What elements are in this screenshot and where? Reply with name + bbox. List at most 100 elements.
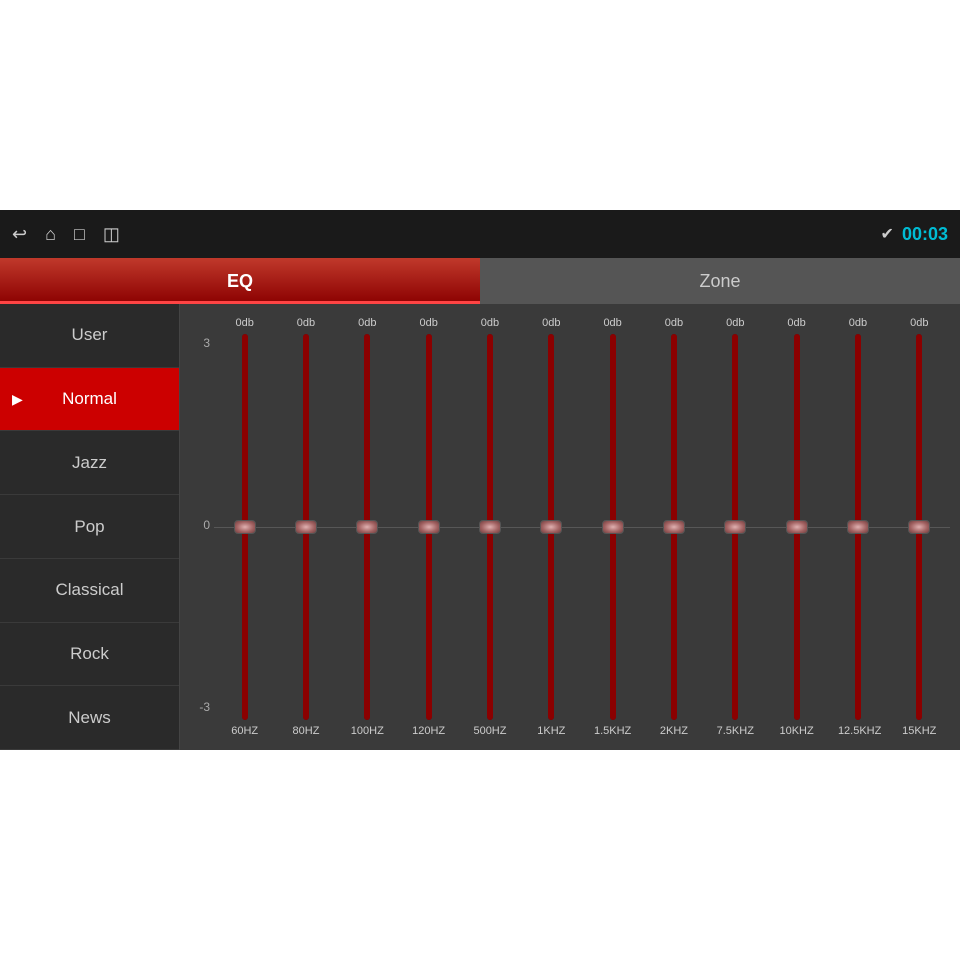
sidebar-item-user[interactable]: User xyxy=(0,304,179,368)
sliders-row xyxy=(214,334,950,720)
slider-handle-100HZ[interactable] xyxy=(356,520,378,534)
sidebar: User ▶ Normal Jazz Pop Classical Rock Ne… xyxy=(0,304,180,750)
home-icon[interactable]: ⌂ xyxy=(45,224,56,245)
slider-handle-7.5KHZ[interactable] xyxy=(724,520,746,534)
sidebar-item-normal[interactable]: ▶ Normal xyxy=(0,368,179,432)
slider-handle-15KHZ[interactable] xyxy=(908,520,930,534)
db-label-2KHZ: 0db xyxy=(654,317,694,329)
freq-label-1.5KHZ: 1.5KHZ xyxy=(593,725,633,737)
db-label-60HZ: 0db xyxy=(225,317,265,329)
eq-grid: 3 0 -3 0db0db0db0db0db0db0db0db0db0db0db… xyxy=(190,312,950,742)
db-label-120HZ: 0db xyxy=(409,317,449,329)
freq-label-10KHZ: 10KHZ xyxy=(777,725,817,737)
db-label-100HZ: 0db xyxy=(347,317,387,329)
slider-handle-1.5KHZ[interactable] xyxy=(602,520,624,534)
db-label-7.5KHZ: 0db xyxy=(715,317,755,329)
back-icon[interactable]: ↩ xyxy=(12,224,27,245)
image-icon[interactable]: ◫ xyxy=(103,224,120,245)
sidebar-label-rock: Rock xyxy=(70,644,109,664)
top-bar-left: ↩ ⌂ □ ◫ xyxy=(12,224,120,245)
db-label-12.5KHZ: 0db xyxy=(838,317,878,329)
db-label-10KHZ: 0db xyxy=(777,317,817,329)
slider-track-7.5KHZ[interactable] xyxy=(732,334,738,720)
db-label-1.5KHZ: 0db xyxy=(593,317,633,329)
y-label-top: 3 xyxy=(203,336,210,350)
time-display: 00:03 xyxy=(902,224,948,245)
slider-track-2KHZ[interactable] xyxy=(671,334,677,720)
sliders-area: 0db 0db 0db 0db 0db 0db 0db 0db 0db 0db 0db 0db 60H… xyxy=(214,312,950,742)
slider-col-15KHZ[interactable] xyxy=(899,334,939,720)
sidebar-label-normal: Normal xyxy=(62,389,117,409)
sidebar-item-rock[interactable]: Rock xyxy=(0,623,179,687)
device-frame: ↩ ⌂ □ ◫ ✔ 00:03 EQ Zone User ▶ Normal xyxy=(0,210,960,750)
slider-col-120HZ[interactable] xyxy=(409,334,449,720)
sidebar-item-pop[interactable]: Pop xyxy=(0,495,179,559)
sidebar-label-classical: Classical xyxy=(55,580,123,600)
slider-col-1KHZ[interactable] xyxy=(531,334,571,720)
slider-col-100HZ[interactable] xyxy=(347,334,387,720)
freq-label-15KHZ: 15KHZ xyxy=(899,725,939,737)
sidebar-item-news[interactable]: News xyxy=(0,686,179,750)
db-label-80HZ: 0db xyxy=(286,317,326,329)
main-content: User ▶ Normal Jazz Pop Classical Rock Ne… xyxy=(0,304,960,750)
freq-label-100HZ: 100HZ xyxy=(347,725,387,737)
top-bar-right: ✔ 00:03 xyxy=(881,224,948,245)
tab-zone[interactable]: Zone xyxy=(480,258,960,304)
freq-label-60HZ: 60HZ xyxy=(225,725,265,737)
slider-track-500HZ[interactable] xyxy=(487,334,493,720)
slider-track-1.5KHZ[interactable] xyxy=(610,334,616,720)
freq-label-120HZ: 120HZ xyxy=(409,725,449,737)
slider-handle-500HZ[interactable] xyxy=(479,520,501,534)
freq-label-80HZ: 80HZ xyxy=(286,725,326,737)
slider-handle-12.5KHZ[interactable] xyxy=(847,520,869,534)
tab-row: EQ Zone xyxy=(0,258,960,304)
slider-handle-120HZ[interactable] xyxy=(418,520,440,534)
slider-track-60HZ[interactable] xyxy=(242,334,248,720)
freq-label-7.5KHZ: 7.5KHZ xyxy=(715,725,755,737)
db-label-1KHZ: 0db xyxy=(531,317,571,329)
tab-eq-label: EQ xyxy=(227,271,253,292)
sidebar-label-user: User xyxy=(72,325,108,345)
freq-label-500HZ: 500HZ xyxy=(470,725,510,737)
freq-labels-row: 60HZ 80HZ 100HZ 120HZ 500HZ 1KHZ 1.5KHZ 2KHZ 7.5… xyxy=(214,720,950,742)
slider-col-2KHZ[interactable] xyxy=(654,334,694,720)
sidebar-label-jazz: Jazz xyxy=(72,453,107,473)
slider-col-7.5KHZ[interactable] xyxy=(715,334,755,720)
play-icon: ▶ xyxy=(12,391,23,408)
y-label-bot: -3 xyxy=(199,700,210,714)
slider-col-500HZ[interactable] xyxy=(470,334,510,720)
y-label-mid: 0 xyxy=(203,518,210,532)
slider-col-1.5KHZ[interactable] xyxy=(593,334,633,720)
sidebar-item-classical[interactable]: Classical xyxy=(0,559,179,623)
slider-col-10KHZ[interactable] xyxy=(777,334,817,720)
sidebar-item-jazz[interactable]: Jazz xyxy=(0,431,179,495)
eq-area: 3 0 -3 0db0db0db0db0db0db0db0db0db0db0db… xyxy=(180,304,960,750)
slider-handle-60HZ[interactable] xyxy=(234,520,256,534)
slider-track-12.5KHZ[interactable] xyxy=(855,334,861,720)
slider-track-1KHZ[interactable] xyxy=(548,334,554,720)
sliders-top-labels: 0db 0db 0db 0db 0db 0db 0db 0db 0db 0db 0db 0db xyxy=(214,312,950,334)
slider-track-80HZ[interactable] xyxy=(303,334,309,720)
slider-track-100HZ[interactable] xyxy=(364,334,370,720)
sidebar-label-pop: Pop xyxy=(74,517,104,537)
db-label-15KHZ: 0db xyxy=(899,317,939,329)
slider-track-120HZ[interactable] xyxy=(426,334,432,720)
slider-handle-80HZ[interactable] xyxy=(295,520,317,534)
slider-track-15KHZ[interactable] xyxy=(916,334,922,720)
freq-label-12.5KHZ: 12.5KHZ xyxy=(838,725,878,737)
window-icon[interactable]: □ xyxy=(74,224,85,245)
sidebar-label-news: News xyxy=(68,708,111,728)
slider-col-60HZ[interactable] xyxy=(225,334,265,720)
slider-track-10KHZ[interactable] xyxy=(794,334,800,720)
freq-label-2KHZ: 2KHZ xyxy=(654,725,694,737)
slider-handle-2KHZ[interactable] xyxy=(663,520,685,534)
slider-col-80HZ[interactable] xyxy=(286,334,326,720)
slider-handle-1KHZ[interactable] xyxy=(540,520,562,534)
db-label-500HZ: 0db xyxy=(470,317,510,329)
slider-col-12.5KHZ[interactable] xyxy=(838,334,878,720)
tab-eq[interactable]: EQ xyxy=(0,258,480,304)
top-bar: ↩ ⌂ □ ◫ ✔ 00:03 xyxy=(0,210,960,258)
tab-zone-label: Zone xyxy=(699,271,740,292)
freq-label-1KHZ: 1KHZ xyxy=(531,725,571,737)
slider-handle-10KHZ[interactable] xyxy=(786,520,808,534)
